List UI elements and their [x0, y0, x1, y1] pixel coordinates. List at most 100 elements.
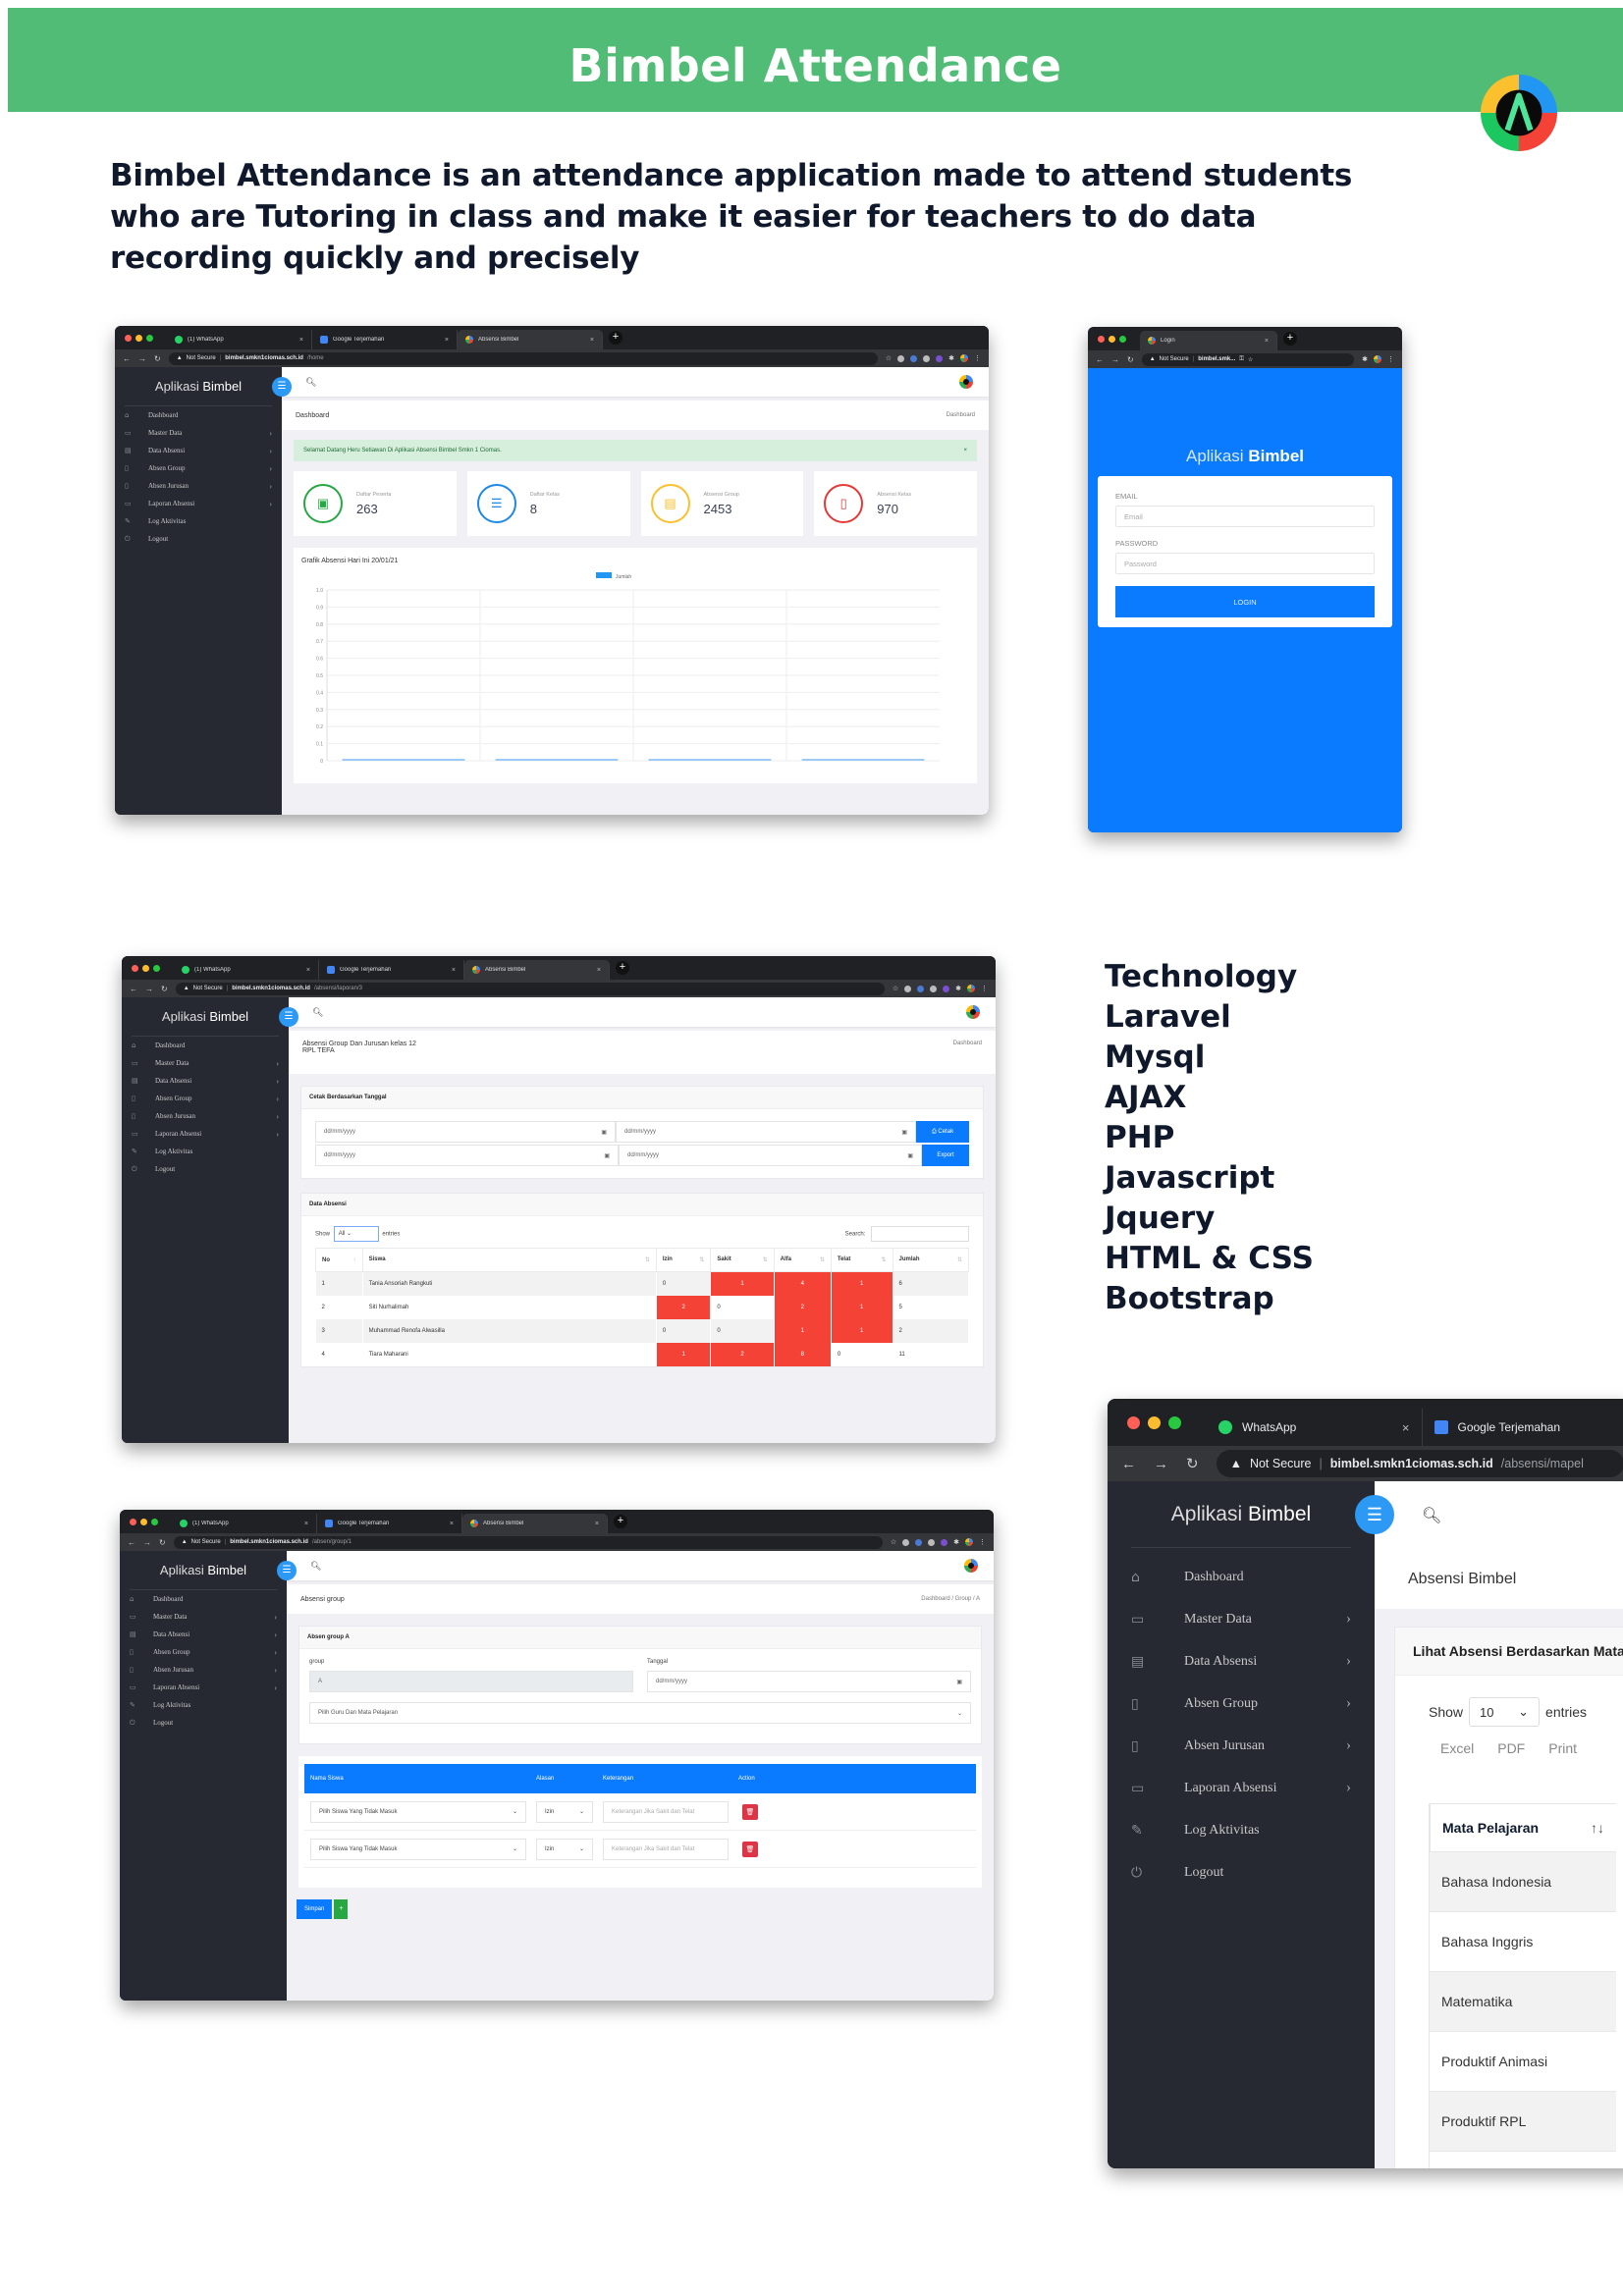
sort-icon[interactable]: ⇅ — [645, 1256, 650, 1263]
search-icon[interactable]: 🔍︎ — [312, 1007, 323, 1018]
close-tab-icon[interactable]: × — [306, 967, 310, 974]
sort-icon[interactable]: ⇅ — [763, 1256, 768, 1263]
minimize-window-button[interactable] — [140, 1518, 147, 1525]
calendar-icon[interactable]: ▣ — [956, 1679, 962, 1685]
url-field[interactable]: ▲ Not Secure | bimbel.smkn1ciomas.sch.id… — [175, 982, 885, 995]
sort-icon[interactable]: ↑↓ — [1591, 1820, 1604, 1836]
calendar-icon[interactable]: ▣ — [604, 1152, 610, 1159]
sidebar-item-data-absensi[interactable]: ▤ Data Absensi › — [120, 1626, 287, 1643]
sort-icon[interactable]: ⇅ — [882, 1256, 887, 1263]
column-header[interactable]: Izin ⇅ — [655, 1248, 712, 1272]
sort-icon[interactable]: ⇅ — [957, 1256, 962, 1263]
breadcrumb[interactable]: Dashboard — [947, 412, 975, 418]
note-input[interactable]: Keterangan Jika Sakit dan Telat — [603, 1800, 729, 1823]
sidebar-item-log-aktivitas[interactable]: ✎ Log Aktivitas — [1108, 1809, 1375, 1851]
email-field[interactable]: Email — [1115, 506, 1375, 527]
reload-icon[interactable]: ↻ — [161, 985, 168, 993]
extension-icon[interactable] — [904, 985, 912, 992]
column-header[interactable]: Telat ⇅ — [830, 1248, 893, 1272]
column-header[interactable]: Alfa ⇅ — [773, 1248, 832, 1272]
sidebar-item-log-aktivitas[interactable]: ✎ Log Aktivitas — [122, 1143, 289, 1160]
end-date-input[interactable]: dd/mm/yyyy ▣ — [619, 1145, 922, 1166]
sidebar-item-data-absensi[interactable]: ▤ Data Absensi › — [1108, 1640, 1375, 1682]
column-header[interactable]: Mata Pelajaran ↑↓ — [1430, 1803, 1616, 1852]
user-avatar[interactable] — [964, 1559, 978, 1573]
extension-icon[interactable] — [910, 354, 918, 362]
browser-tab-translate[interactable]: Google Terjemahan × — [317, 1514, 462, 1533]
forward-icon[interactable]: → — [145, 985, 153, 993]
column-header[interactable]: Sakit ⇅ — [710, 1248, 775, 1272]
sidebar-item-laporan-absensi[interactable]: ▭ Laporan Absensi › — [115, 495, 282, 512]
export-excel-button[interactable]: Excel — [1440, 1740, 1474, 1756]
sidebar-item-log-aktivitas[interactable]: ✎ Log Aktivitas — [120, 1696, 287, 1714]
key-icon[interactable]: ⚿ — [1239, 356, 1244, 363]
student-select[interactable]: Pilih Siswa Yang Tidak Masuk ⌄ — [310, 1838, 526, 1860]
sidebar-item-absen-group[interactable]: ▯ Absen Group › — [115, 459, 282, 477]
forward-icon[interactable]: → — [143, 1538, 151, 1547]
forward-icon[interactable]: → — [1154, 1456, 1168, 1472]
sidebar-item-data-absensi[interactable]: ▤ Data Absensi › — [115, 442, 282, 459]
bookmark-star-icon[interactable]: ☆ — [1248, 356, 1253, 363]
print-button[interactable]: ⎙ Cetak — [916, 1121, 969, 1143]
puzzle-icon[interactable]: ✱ — [948, 354, 954, 362]
browser-tab-whatsapp[interactable]: (1) WhatsApp × — [172, 1514, 317, 1533]
minimize-window-button[interactable] — [1148, 1415, 1161, 1429]
teacher-subject-select[interactable]: Pilih Guru Dan Mata Pelajaran ⌄ — [309, 1702, 971, 1724]
sidebar-item-logout[interactable]: ⏻ Logout — [1108, 1851, 1375, 1894]
save-button[interactable]: Simpan — [297, 1899, 333, 1919]
calendar-icon[interactable]: ▣ — [601, 1129, 607, 1136]
sidebar-item-dashboard[interactable]: ⌂ Dashboard — [122, 1037, 289, 1054]
extension-icon[interactable] — [902, 1538, 910, 1546]
menu-kebab-icon[interactable]: ⋮ — [981, 985, 988, 992]
maximize-window-button[interactable] — [146, 334, 153, 342]
back-icon[interactable]: ← — [130, 985, 137, 993]
menu-kebab-icon[interactable]: ⋮ — [1387, 355, 1394, 363]
close-icon[interactable]: × — [963, 448, 967, 454]
export-pdf-button[interactable]: PDF — [1497, 1740, 1525, 1756]
close-tab-icon[interactable]: × — [1265, 338, 1269, 345]
puzzle-icon[interactable]: ✱ — [953, 1538, 959, 1546]
close-tab-icon[interactable]: × — [595, 1521, 599, 1527]
close-tab-icon[interactable]: × — [450, 1521, 454, 1527]
sort-icon[interactable]: ⇅ — [820, 1256, 825, 1263]
extension-icon[interactable] — [928, 1538, 936, 1546]
note-input[interactable]: Keterangan Jika Sakit dan Telat — [603, 1838, 729, 1860]
sidebar-item-master-data[interactable]: ▭ Master Data › — [122, 1054, 289, 1072]
sort-icon[interactable]: ↑ — [353, 1257, 356, 1263]
puzzle-icon[interactable]: ✱ — [1362, 355, 1368, 363]
browser-tab-whatsapp[interactable]: (1) WhatsApp × — [167, 330, 312, 349]
start-date-input[interactable]: dd/mm/yyyy ▣ — [315, 1121, 616, 1143]
column-header[interactable]: No ↑ — [315, 1248, 363, 1272]
sidebar-item-laporan-absensi[interactable]: ▭ Laporan Absensi › — [120, 1679, 287, 1696]
maximize-window-button[interactable] — [151, 1518, 158, 1525]
sidebar-toggle-button[interactable]: ☰ — [279, 1007, 298, 1027]
end-date-input[interactable]: dd/mm/yyyy ▣ — [616, 1121, 916, 1143]
browser-tab-absensi[interactable]: Absensi Bimbel × — [462, 1514, 608, 1533]
page-length-select[interactable]: 10 ⌄ — [1469, 1697, 1541, 1727]
browser-tab-absensi[interactable]: Absensi Bimbel × — [464, 960, 610, 980]
sidebar-item-dashboard[interactable]: ⌂ Dashboard — [115, 406, 282, 424]
browser-tab-translate[interactable]: Google Terjemahan — [1423, 1409, 1623, 1446]
close-window-button[interactable] — [1127, 1415, 1140, 1429]
breadcrumb[interactable]: Dashboard — [953, 1041, 982, 1046]
browser-tab-whatsapp[interactable]: WhatsApp × — [1207, 1409, 1423, 1446]
forward-icon[interactable]: → — [1111, 355, 1119, 364]
sidebar-item-absen-jurusan[interactable]: ▯ Absen Jurusan › — [120, 1661, 287, 1679]
close-window-button[interactable] — [130, 1518, 136, 1525]
maximize-window-button[interactable] — [1119, 335, 1126, 343]
extension-icon[interactable] — [941, 1538, 948, 1546]
sidebar-item-logout[interactable]: ⏻ Logout — [120, 1714, 287, 1732]
sidebar-item-absen-jurusan[interactable]: ▯ Absen Jurusan › — [122, 1107, 289, 1125]
search-icon[interactable]: 🔍︎ — [310, 1561, 321, 1572]
sidebar-item-master-data[interactable]: ▭ Master Data › — [115, 424, 282, 442]
add-row-button[interactable]: + — [334, 1899, 349, 1919]
url-field[interactable]: ▲ Not Secure | bimbel.smkn1ciomas.sch.id… — [173, 1535, 883, 1549]
breadcrumb[interactable]: Dashboard / Group / A — [921, 1596, 980, 1602]
extension-icon[interactable] — [943, 985, 950, 992]
close-tab-icon[interactable]: × — [445, 337, 449, 344]
bookmark-star-icon[interactable]: ☆ — [893, 985, 898, 992]
reload-icon[interactable]: ↻ — [154, 354, 161, 363]
search-icon[interactable]: 🔍︎ — [305, 377, 316, 388]
sidebar-item-absen-jurusan[interactable]: ▯ Absen Jurusan › — [1108, 1725, 1375, 1767]
close-tab-icon[interactable]: × — [299, 337, 303, 344]
